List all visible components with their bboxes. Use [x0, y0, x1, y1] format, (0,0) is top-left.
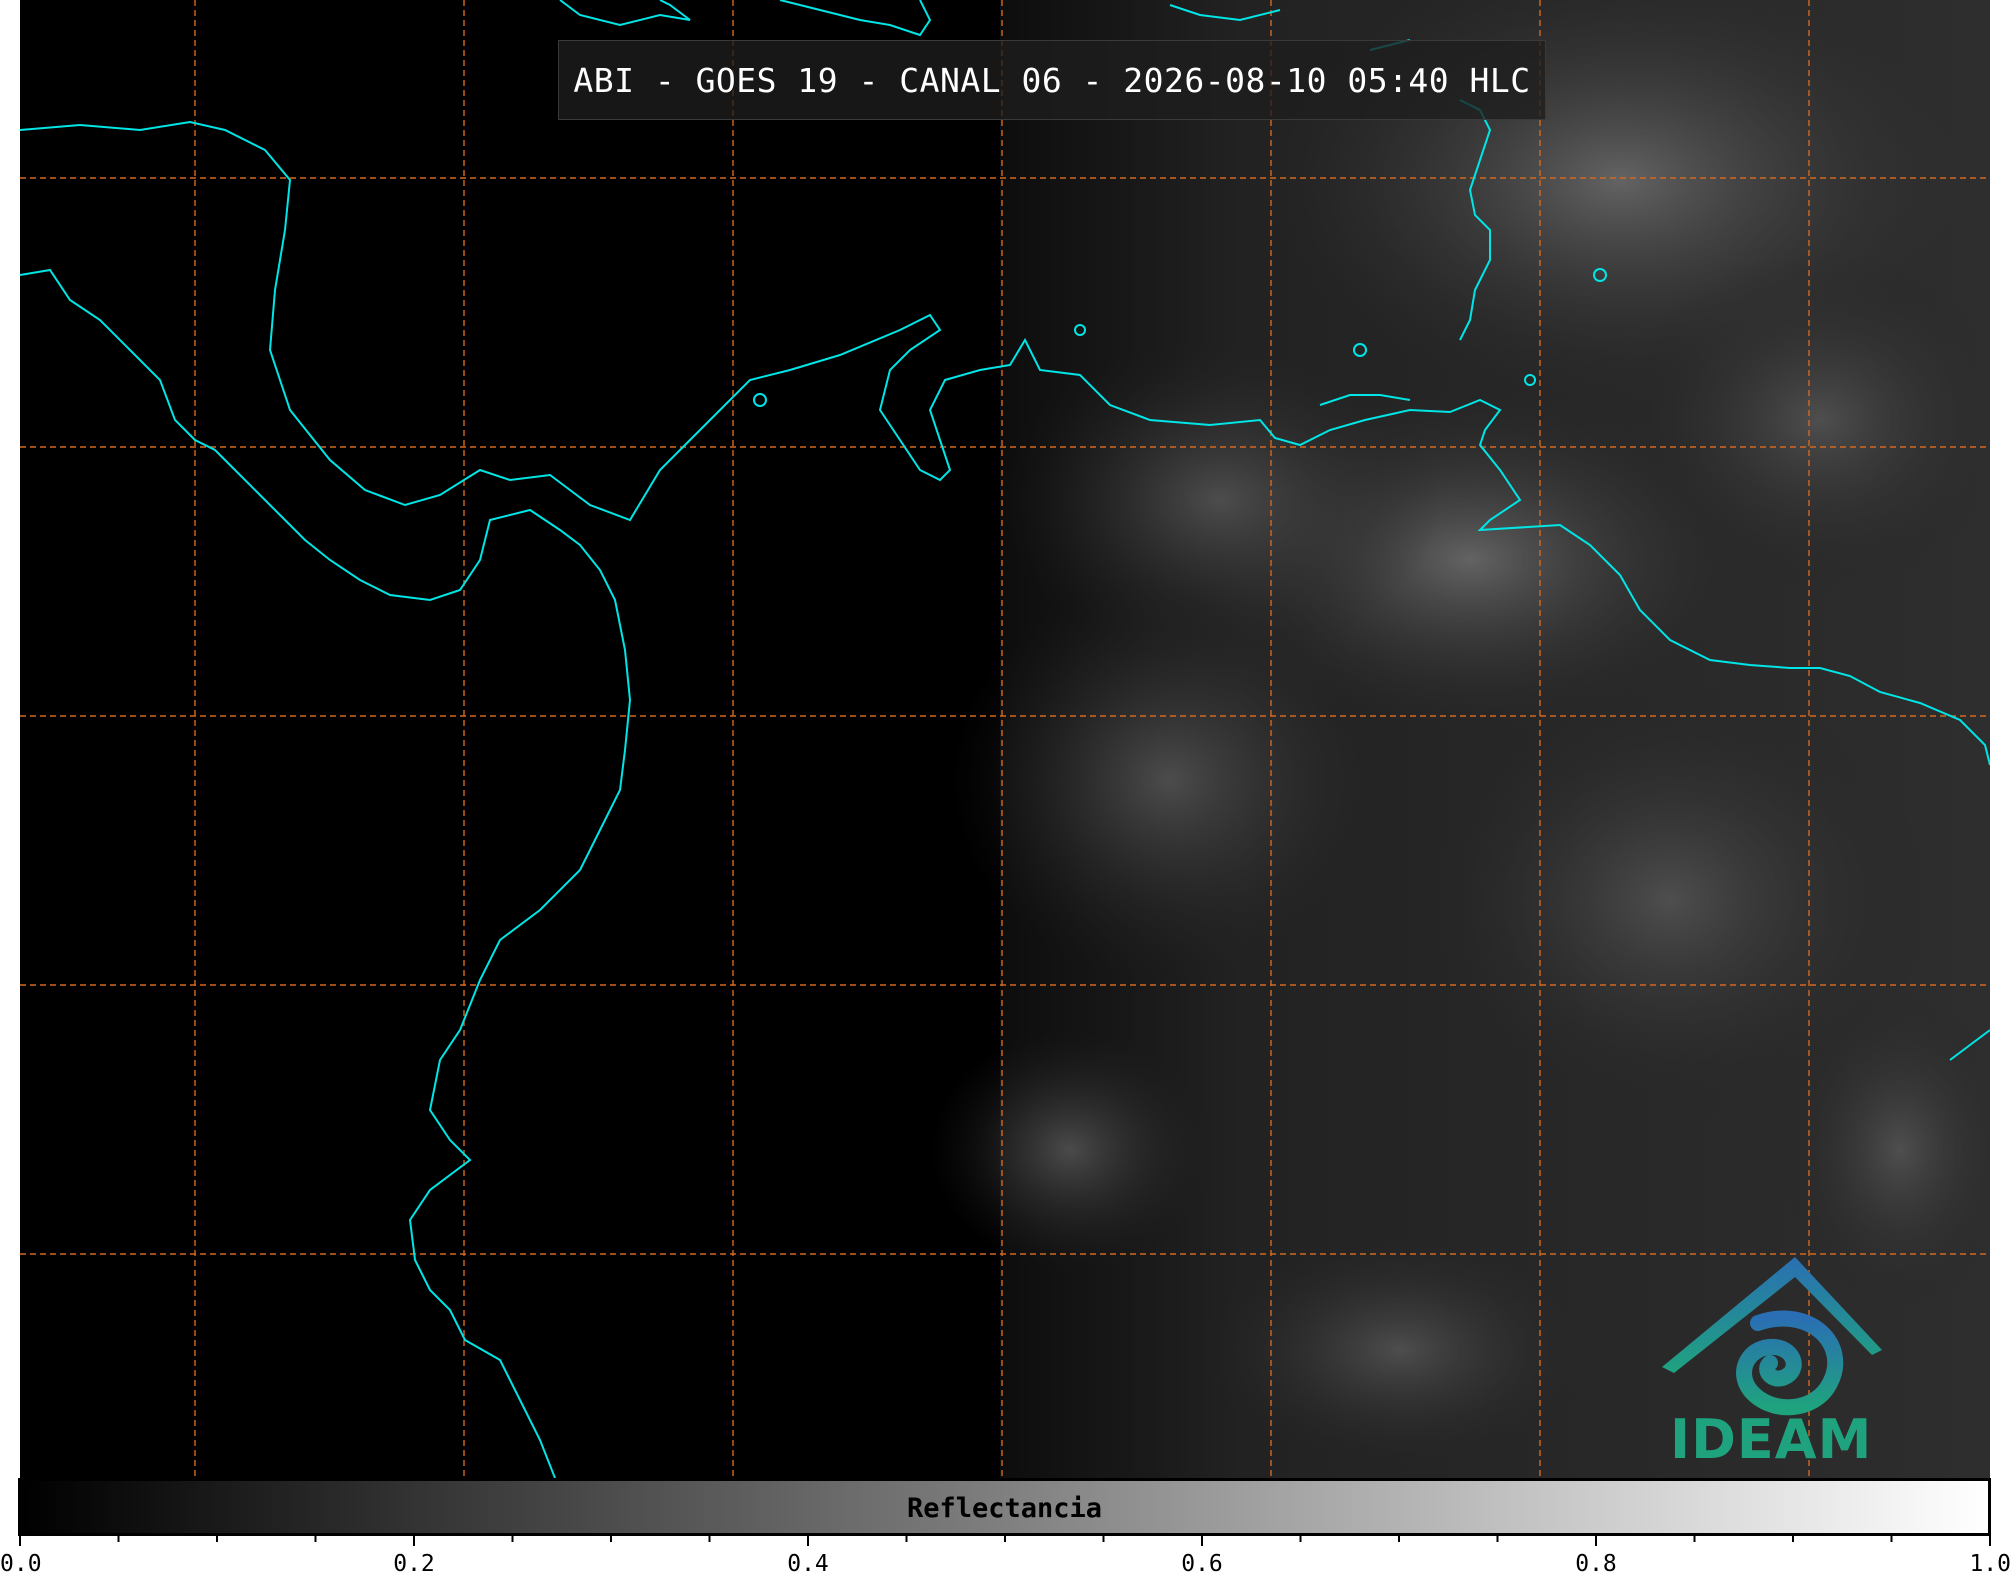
colorbar-tick-label: 0.0	[0, 1551, 42, 1577]
colorbar-tick-label: 0.4	[787, 1551, 829, 1577]
colorbar-ticks: 0.0 0.2 0.4 0.6 0.8 1.0	[0, 1534, 2011, 1577]
title-box: ABI - GOES 19 - CANAL 06 - 2026-08-10 05…	[558, 40, 1546, 120]
ideam-logo-text: IDEAM	[1670, 1408, 1873, 1471]
map-title: ABI - GOES 19 - CANAL 06 - 2026-08-10 05…	[573, 60, 1531, 100]
colorbar-tick-label: 0.8	[1575, 1551, 1617, 1577]
colorbar-tick-label: 1.0	[1969, 1551, 2011, 1577]
colorbar: Reflectancia	[18, 1478, 1991, 1536]
night-region	[20, 0, 1000, 1478]
colorbar-label: Reflectancia	[906, 1493, 1103, 1524]
colorbar-tick-label: 0.6	[1181, 1551, 1223, 1577]
colorbar-tick-label: 0.2	[393, 1551, 435, 1577]
